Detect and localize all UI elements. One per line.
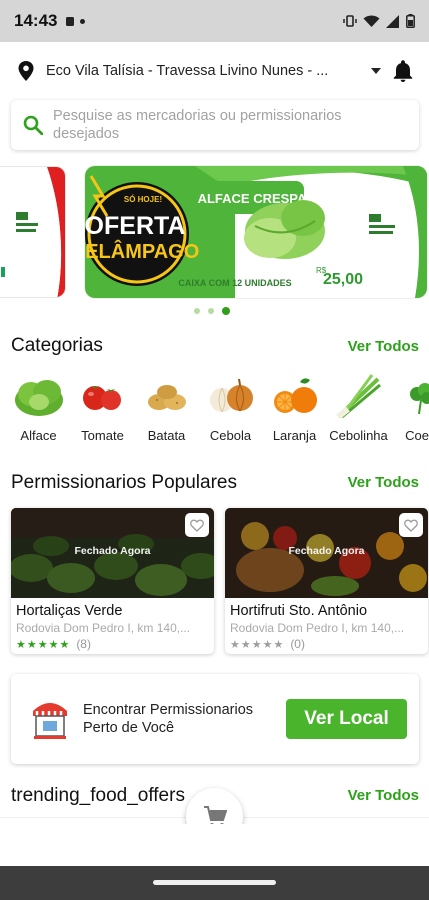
category-list: Alface Tomate Batata Cebola Laranja Cebo… bbox=[11, 368, 429, 444]
location-address[interactable]: Eco Vila Talísia - Travessa Livino Nunes… bbox=[46, 63, 365, 79]
promo-banner[interactable]: SÓ HOJE! OFERTA RELÂMPAGO ALFACE CRESPA … bbox=[85, 166, 427, 298]
store-status: Fechado Agora bbox=[288, 545, 365, 557]
trending-see-all-link[interactable]: Ver Todos bbox=[348, 787, 419, 804]
notification-icon bbox=[66, 16, 75, 26]
review-count: (8) bbox=[76, 637, 91, 651]
store-photo: Fechado Agora bbox=[11, 508, 214, 598]
cart-icon bbox=[203, 805, 227, 824]
category-label: Laranja bbox=[272, 428, 317, 443]
search-input[interactable]: Pesquise as mercadorias ou permissionari… bbox=[53, 107, 409, 143]
home-gesture-handle[interactable] bbox=[153, 880, 276, 885]
favorite-button[interactable] bbox=[185, 513, 209, 537]
category-label: Batata bbox=[147, 428, 186, 443]
promo-carousel[interactable]: SÓ HOJE! OFERTA RELÂMPAGO ALFACE CRESPA … bbox=[0, 166, 429, 300]
heart-outline-icon bbox=[190, 519, 204, 532]
carousel-pager[interactable] bbox=[194, 307, 230, 315]
store-photo: Fechado Agora bbox=[225, 508, 428, 598]
chives-icon bbox=[335, 373, 381, 419]
review-count: (0) bbox=[290, 637, 305, 651]
category-label: Tomate bbox=[81, 428, 124, 443]
favorite-button[interactable] bbox=[399, 513, 423, 537]
search-bar[interactable]: Pesquise as mercadorias ou permissionari… bbox=[11, 100, 419, 150]
signal-icon bbox=[386, 14, 399, 28]
heart-outline-icon bbox=[404, 519, 418, 532]
system-navigation-bar bbox=[0, 866, 429, 900]
category-item-cebola[interactable]: Cebola bbox=[203, 368, 258, 444]
star-rating-icon: ★★★★★ bbox=[230, 638, 285, 651]
location-pin-icon bbox=[18, 61, 34, 81]
banner-offer-line1: OFERTA bbox=[85, 212, 185, 240]
dot-icon bbox=[80, 18, 86, 24]
nearby-text: Encontrar Permissionarios Perto de Você bbox=[83, 702, 254, 736]
promo-banner-art: SÓ HOJE! OFERTA RELÂMPAGO ALFACE CRESPA … bbox=[85, 166, 427, 298]
chevron-down-icon[interactable] bbox=[371, 68, 381, 74]
categories-see-all-link[interactable]: Ver Todos bbox=[348, 338, 419, 355]
bell-icon[interactable] bbox=[393, 60, 413, 82]
battery-icon bbox=[406, 14, 415, 28]
category-label: Coent bbox=[405, 428, 429, 443]
promo-banner-art bbox=[0, 167, 65, 297]
cart-button[interactable] bbox=[186, 788, 243, 824]
location-selector[interactable]: Eco Vila Talísia - Travessa Livino Nunes… bbox=[0, 42, 429, 100]
category-item-alface[interactable]: Alface bbox=[11, 368, 66, 444]
storefront-icon bbox=[33, 703, 67, 739]
store-address: Rodovia Dom Pedro I, km 140,... bbox=[16, 621, 191, 635]
pager-dot-active[interactable] bbox=[222, 307, 230, 315]
category-item-tomate[interactable]: Tomate bbox=[75, 368, 130, 444]
banner-offer-line2: RELÂMPAGO bbox=[85, 239, 199, 263]
nearby-stores-card: Encontrar Permissionarios Perto de Você … bbox=[11, 674, 419, 764]
store-list: Fechado Agora Hortaliças Verde Rodovia D… bbox=[11, 508, 428, 654]
pager-dot[interactable] bbox=[208, 308, 214, 314]
category-label: Cebolinha bbox=[329, 428, 388, 443]
store-card[interactable]: Fechado Agora Hortaliças Verde Rodovia D… bbox=[11, 508, 214, 654]
tomato-icon bbox=[82, 385, 121, 410]
orange-icon bbox=[273, 377, 317, 413]
category-item-coentro[interactable]: Coent bbox=[395, 368, 429, 444]
home-screen: Eco Vila Talísia - Travessa Livino Nunes… bbox=[0, 42, 429, 824]
popular-see-all-link[interactable]: Ver Todos bbox=[348, 474, 419, 491]
category-item-laranja[interactable]: Laranja bbox=[267, 368, 322, 444]
trending-title: trending_food_offers bbox=[11, 785, 185, 806]
potato-icon bbox=[147, 384, 186, 410]
banner-box-text: CAIXA COM 12 UNIDADES bbox=[178, 278, 291, 288]
store-name: Hortifruti Sto. Antônio bbox=[230, 603, 368, 619]
store-rating: ★★★★★ (8) bbox=[16, 637, 214, 651]
coriander-icon bbox=[409, 382, 429, 414]
store-address: Rodovia Dom Pedro I, km 140,... bbox=[230, 621, 405, 635]
vibrate-icon bbox=[343, 15, 357, 27]
store-rating: ★★★★★ (0) bbox=[230, 637, 428, 651]
onion-icon bbox=[209, 378, 253, 412]
pager-dot[interactable] bbox=[194, 308, 200, 314]
category-item-batata[interactable]: Batata bbox=[139, 368, 194, 444]
category-label: Cebola bbox=[209, 428, 252, 443]
lettuce-icon bbox=[14, 379, 63, 416]
category-item-cebolinha[interactable]: Cebolinha bbox=[329, 368, 388, 444]
store-card[interactable]: Fechado Agora Hortifruti Sto. Antônio Ro… bbox=[225, 508, 428, 654]
search-icon bbox=[23, 115, 43, 135]
popular-title: Permissionarios Populares bbox=[11, 472, 237, 493]
status-time: 14:43 bbox=[14, 11, 58, 30]
status-bar: 14:43 bbox=[0, 0, 429, 42]
banner-price: 25,00 bbox=[323, 271, 363, 288]
wifi-icon bbox=[363, 15, 380, 27]
promo-banner-previous[interactable] bbox=[0, 166, 66, 298]
categories-title: Categorias bbox=[11, 335, 103, 356]
category-label: Alface bbox=[20, 428, 57, 443]
store-name: Hortaliças Verde bbox=[16, 603, 123, 619]
banner-badge: SÓ HOJE! bbox=[124, 195, 162, 204]
view-location-button[interactable]: Ver Local bbox=[286, 699, 407, 739]
star-rating-icon: ★★★★★ bbox=[16, 638, 71, 651]
store-status: Fechado Agora bbox=[74, 545, 151, 557]
